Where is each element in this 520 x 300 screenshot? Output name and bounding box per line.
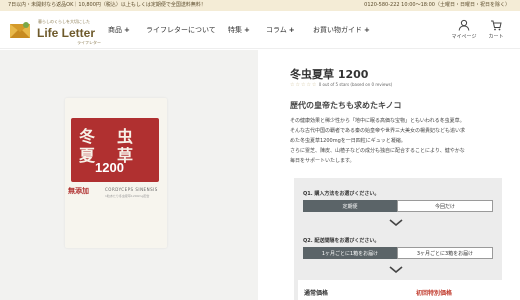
nav-item-column[interactable]: コラム + [266,25,295,35]
regular-price-label: 通常価格 [304,290,329,297]
chevron-down-icon [389,219,403,226]
package-red-seal: 冬 虫 夏 草 1200 [71,118,159,182]
q2-heading: Q2. 配送間隔をお選びください。 [303,238,380,244]
announcement-bar: 7日以内・未開封なら返品OK｜10,800円（税込）以上もしくは定期便で全国送料… [0,0,520,11]
description-line: 毎日をサポートいたします。 [290,158,355,164]
rating-stars-icon: ☆☆☆☆☆ [290,82,318,88]
package-fine-print: 1粒あたり冬虫夏草1200mg配合 [105,194,150,198]
site-header: 暮らしのくらしを大切にした Life Letter ライフレター 商品 + ライフ… [0,11,520,49]
option-subscription[interactable]: 定期便 [303,200,397,212]
product-package-image: 冬 虫 夏 草 1200 無添加 CORDYCEPS SINENSIS 1粒あた… [65,98,167,248]
product-catchphrase: 歴代の皇帝たちも求めたキノコ [290,101,402,110]
option-quarterly-delivery[interactable]: 3ヶ月ごとに3箱をお届け [397,247,493,259]
rating-text: 0 out of 5 stars (based on 0 reviews) [318,82,393,87]
plus-icon: + [364,26,370,34]
price-row: 通常価格 初回特別価格 [298,280,506,300]
first-time-price-label: 初回特別価格 [416,290,453,297]
logo-brand-name: Life Letter [37,26,96,40]
nav-item-guide[interactable]: お買い物ガイド + [313,25,370,35]
product-description: その健康効果と稀少性から「地中に眠る高価な宝物」ともいわれる冬虫夏草。 そんな古… [290,116,512,166]
nav-label: コラム [266,26,287,34]
q1-heading: Q1. 購入方法をお選びください。 [303,191,380,197]
mutenka-label: 無添加 [68,187,89,195]
mypage-label: マイページ [451,34,477,40]
nav-item-products[interactable]: 商品 + [108,25,130,35]
nav-item-about[interactable]: ライフレターについて [146,25,216,35]
description-line: めた冬虫夏草1200mgを一日四粒にギュッと凝縮。 [290,138,406,144]
cart-label: カート [488,34,504,40]
site-logo[interactable]: 暮らしのくらしを大切にした Life Letter ライフレター [9,17,101,45]
user-icon [458,19,470,31]
mypage-button[interactable]: マイページ [449,19,479,40]
nav-label: ライフレターについて [146,26,216,34]
seal-number: 1200 [95,160,124,175]
nav-label: 特集 [228,26,242,34]
product-title: 冬虫夏草 1200 [290,68,369,81]
rating-summary[interactable]: ☆☆☆☆☆ 0 out of 5 stars (based on 0 revie… [290,82,392,88]
nav-label: 商品 [108,26,122,34]
plus-icon: + [244,26,250,34]
latin-name: CORDYCEPS SINENSIS [105,187,158,192]
seal-char: 夏 [79,146,96,165]
plus-icon: + [288,26,295,34]
option-one-time[interactable]: 今回だけ [397,200,493,212]
nav-item-features[interactable]: 特集 + [228,25,250,35]
option-monthly-delivery[interactable]: 1ヶ月ごとに1箱をお届け [303,247,397,259]
description-line: そんな古代中国の覇者である秦の始皇帝や世界三大美女の楊貴妃なども追い求 [290,128,465,134]
nav-label: お買い物ガイド [313,26,362,34]
plus-icon: + [124,26,130,34]
description-line: その健康効果と稀少性から「地中に眠る高価な宝物」ともいわれる冬虫夏草。 [290,118,465,124]
logo-brand-sub: ライフレター [77,40,101,45]
shipping-promo-text: 7日以内・未開封なら返品OK｜10,800円（税込）以上もしくは定期便で全国送料… [8,2,206,8]
chevron-down-icon [389,266,403,273]
cart-button[interactable]: カート [481,19,511,40]
description-line: さらに霊芝、陳皮、山楂子などの成分も独自に配合することにより、健やかな [290,148,465,154]
cart-icon [491,20,502,31]
logo-tagline: 暮らしのくらしを大切にした [38,19,90,24]
contact-phone-text[interactable]: 0120-580-222 10:00～18:00（土曜日・日曜日・祝日を除く） [364,0,510,11]
envelope-logo-icon [10,22,30,38]
